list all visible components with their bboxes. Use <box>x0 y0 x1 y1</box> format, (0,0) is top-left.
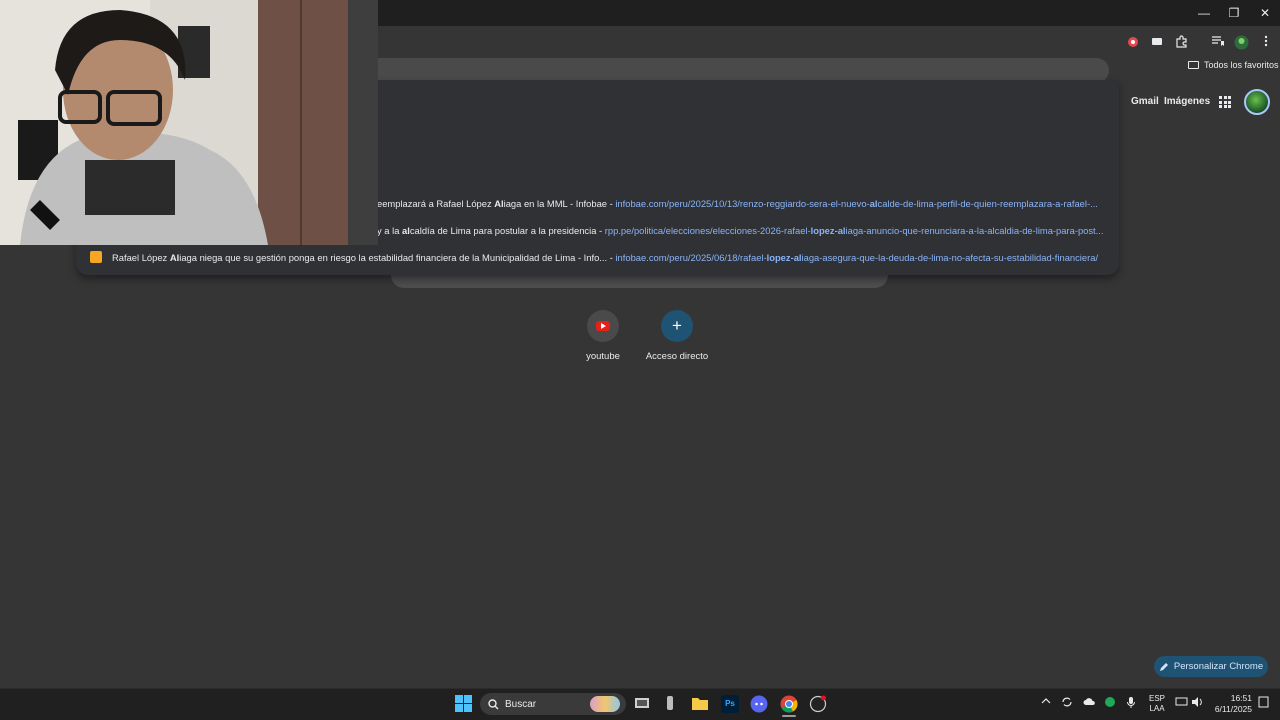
chevron-up-icon[interactable] <box>1041 697 1051 707</box>
app-icon[interactable] <box>663 695 681 713</box>
notifications-icon[interactable] <box>1258 696 1269 710</box>
clock-date: 6/11/2025 <box>1214 704 1252 714</box>
taskbar-search[interactable]: Buscar <box>480 693 626 715</box>
profile-toolbar-icon[interactable] <box>1232 35 1250 51</box>
search-highlight-icon <box>590 696 620 712</box>
photoshop-icon[interactable]: Ps <box>721 695 739 713</box>
suggestion-item[interactable]: eemplazará a Rafael López Aliaga en la M… <box>377 198 1105 209</box>
minimize-button[interactable]: — <box>1190 4 1218 22</box>
pencil-icon <box>1159 662 1168 671</box>
gmail-link[interactable]: Gmail <box>1131 96 1159 107</box>
microphone-icon[interactable] <box>1126 696 1136 711</box>
clock-time: 16:51 <box>1230 693 1252 703</box>
chrome-icon[interactable] <box>780 695 798 713</box>
sync-icon[interactable] <box>1061 696 1073 710</box>
close-button[interactable]: ✕ <box>1251 4 1279 22</box>
obs-icon[interactable] <box>809 695 827 713</box>
all-bookmarks-label: Todos los favoritos <box>1204 60 1279 70</box>
extensions-puzzle-icon[interactable] <box>1172 35 1190 51</box>
security-icon[interactable] <box>1104 696 1116 710</box>
all-bookmarks-button[interactable]: Todos los favoritos <box>1188 60 1279 70</box>
webcam-overlay <box>0 0 378 245</box>
clock[interactable]: 16:51 6/11/2025 <box>1210 693 1252 715</box>
chrome-active-indicator <box>782 715 796 717</box>
volume-icon[interactable] <box>1191 696 1204 710</box>
network-icon[interactable] <box>1175 696 1188 710</box>
suggestion-item[interactable]: Rafael López Aliaga niega que su gestión… <box>90 251 1108 263</box>
chrome-menu-icon[interactable] <box>1257 35 1275 51</box>
cloud-icon[interactable] <box>1083 697 1096 708</box>
youtube-icon <box>587 310 619 342</box>
suggestion-url: rpp.pe/politica/elecciones/elecciones-20… <box>604 225 1104 236</box>
search-icon <box>488 698 499 709</box>
shortcut-label: Acceso directo <box>645 351 709 362</box>
customize-chrome-button[interactable]: Personalizar Chrome <box>1154 656 1268 677</box>
record-extension-icon[interactable] <box>1124 35 1142 51</box>
shortcut-youtube[interactable]: youtube <box>563 310 643 362</box>
reading-list-icon[interactable] <box>1208 35 1226 51</box>
file-explorer-icon[interactable] <box>691 695 709 713</box>
task-view-icon[interactable] <box>634 695 652 713</box>
language-indicator[interactable]: ESP LAA <box>1149 694 1165 714</box>
taskbar-search-placeholder: Buscar <box>505 698 537 710</box>
extension-card-icon[interactable] <box>1148 35 1166 51</box>
restore-button[interactable]: ❐ <box>1220 4 1248 22</box>
google-apps-icon[interactable] <box>1219 96 1231 108</box>
shortcut-label: youtube <box>586 351 620 362</box>
suggestion-title: eemplazará a Rafael López Aliaga en la M… <box>377 198 607 209</box>
suggestion-url: infobae.com/peru/2025/10/13/renzo-reggia… <box>615 198 1098 209</box>
folder-icon <box>1188 61 1199 69</box>
start-icon[interactable] <box>455 695 473 713</box>
shortcut-add[interactable]: + Acceso directo <box>637 310 717 362</box>
plus-icon: + <box>661 310 693 342</box>
suggestion-title: Rafael López Aliaga niega que su gestión… <box>112 252 608 263</box>
infobae-favicon-icon <box>90 251 102 263</box>
discord-icon[interactable] <box>750 695 768 713</box>
suggestion-item[interactable]: y a la alcaldía de Lima para postular a … <box>377 225 1105 236</box>
suggestion-title: y a la alcaldía de Lima para postular a … <box>377 225 597 236</box>
images-link[interactable]: Imágenes <box>1164 96 1210 107</box>
account-avatar[interactable] <box>1244 89 1270 115</box>
suggestion-url: infobae.com/peru/2025/06/18/rafael-lopez… <box>615 252 1099 263</box>
